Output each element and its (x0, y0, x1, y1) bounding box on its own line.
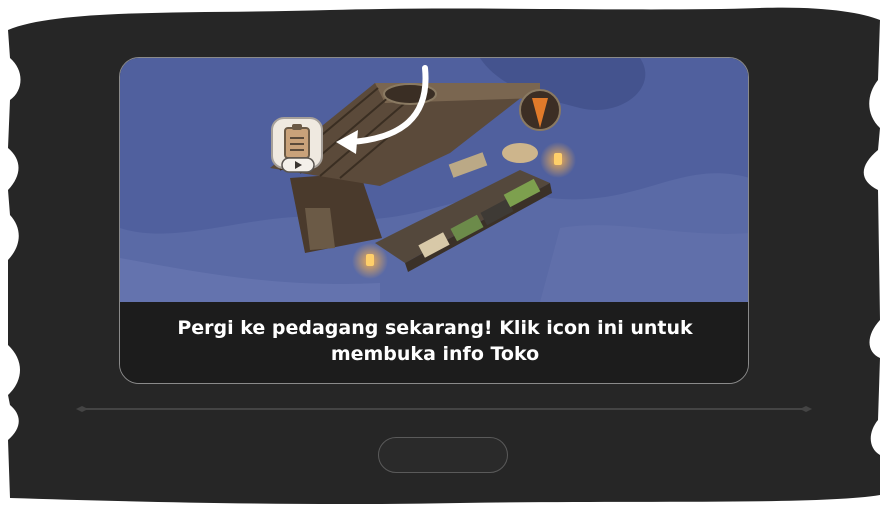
merchant-scene (120, 58, 748, 302)
tutorial-message: Pergi ke pedagang sekarang! Klik icon in… (177, 316, 693, 365)
continue-button[interactable] (378, 437, 508, 473)
play-arrow-icon (281, 157, 315, 173)
tutorial-panel: Pergi ke pedagang sekarang! Klik icon in… (119, 57, 749, 384)
divider (76, 406, 812, 412)
clipboard-list-icon (284, 124, 310, 159)
carrot-sign (519, 89, 561, 131)
caption-bar: Pergi ke pedagang sekarang! Klik icon in… (120, 302, 748, 383)
shop-info-icon[interactable] (271, 117, 323, 173)
